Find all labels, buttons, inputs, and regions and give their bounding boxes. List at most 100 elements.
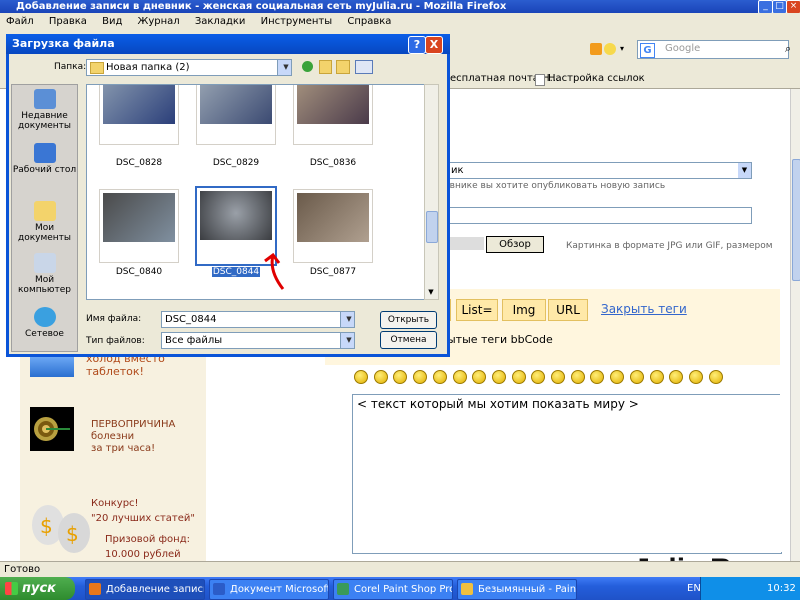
promo-2-text[interactable]: ПЕРВОПРИЧИНА болезни за три часа! — [91, 419, 175, 455]
dialog-close-button[interactable]: X — [425, 36, 443, 54]
smiley-icon[interactable] — [551, 370, 565, 384]
smiley-icon[interactable] — [708, 370, 723, 384]
smiley-icon[interactable] — [629, 370, 644, 384]
network-icon — [33, 307, 56, 327]
task-firefox[interactable]: Добавление записи ... — [85, 579, 205, 600]
place-recent[interactable]: Недавние документы — [12, 89, 77, 131]
place-desktop[interactable]: Рабочий стол — [12, 143, 77, 175]
smiley-icon[interactable] — [354, 370, 368, 384]
money-bags-icon: $ $ — [32, 505, 90, 553]
file-name[interactable]: DSC_0840 — [94, 267, 184, 277]
browser-titlebar: Добавление записи в дневник - женская со… — [0, 0, 800, 13]
close-tags-link[interactable]: Закрыть теги — [601, 302, 687, 316]
file-list-scrollbar[interactable]: ▼ — [424, 84, 439, 300]
close-window-button[interactable]: × — [786, 0, 800, 14]
smiley-icon[interactable] — [649, 370, 664, 384]
browser-menubar: Файл Правка Вид Журнал Закладки Инструме… — [0, 13, 800, 30]
file-name[interactable]: DSC_0829 — [191, 158, 281, 168]
image-hint: Картинка в формате JPG или GIF, размером — [566, 241, 773, 251]
page-scrollbar[interactable] — [790, 89, 800, 561]
promo-3-text[interactable]: Конкурс! "20 лучших статей" Призовой фон… — [91, 496, 195, 561]
smiley-icon[interactable] — [511, 370, 526, 384]
windows-logo-icon — [5, 582, 18, 595]
bookmark-links[interactable]: Настройка ссылок — [548, 70, 645, 88]
menu-bookmarks[interactable]: Закладки — [195, 16, 246, 27]
search-icon[interactable]: ⌕ — [785, 42, 791, 56]
language-indicator[interactable]: EN — [687, 577, 701, 600]
file-name[interactable]: DSC_0877 — [288, 267, 378, 277]
task-word[interactable]: Документ Microsoft ... — [209, 579, 329, 600]
dropdown-icon[interactable]: ▾ — [620, 44, 624, 53]
folder-select[interactable]: Новая папка (2) ▼ — [86, 59, 292, 76]
file-name[interactable]: DSC_0836 — [288, 158, 378, 168]
promo-image-2[interactable] — [30, 407, 74, 451]
menu-view[interactable]: Вид — [102, 16, 122, 27]
scroll-down-icon[interactable]: ▼ — [426, 288, 436, 298]
file-name[interactable]: DSC_0828 — [94, 158, 184, 168]
maximize-button[interactable]: □ — [772, 0, 787, 14]
filetype-select[interactable]: Все файлы ▼ — [161, 332, 355, 349]
file-thumbnail[interactable] — [293, 85, 373, 145]
place-my-computer[interactable]: Мой компьютер — [12, 253, 77, 295]
filename-label: Имя файла: — [86, 314, 142, 324]
menu-history[interactable]: Журнал — [138, 16, 180, 27]
search-box[interactable]: G Google — [637, 40, 789, 59]
bbcode-img-button[interactable]: Img — [502, 299, 546, 321]
page-icon — [535, 74, 545, 86]
clock[interactable]: 10:32 — [767, 577, 796, 600]
filename-input[interactable]: DSC_0844 ▼ — [161, 311, 355, 328]
menu-tools[interactable]: Инструменты — [261, 16, 333, 27]
smiley-icon[interactable] — [413, 370, 428, 384]
promo-image-3[interactable]: $ $ — [26, 485, 96, 561]
open-button[interactable]: Открыть — [380, 311, 437, 329]
desktop-icon — [33, 143, 56, 163]
scrollbar-thumb[interactable] — [426, 211, 438, 243]
search-placeholder: Google — [665, 43, 701, 54]
smiley-icon[interactable] — [570, 370, 585, 384]
file-thumbnail[interactable] — [196, 85, 276, 145]
minimize-button[interactable]: _ — [758, 0, 773, 14]
diary-select[interactable]: ик ▼ — [430, 162, 752, 179]
chevron-down-icon: ▼ — [738, 163, 751, 178]
system-tray: EN 10:32 — [687, 577, 800, 600]
browse-button[interactable]: Обзор — [486, 236, 544, 253]
new-folder-icon[interactable] — [336, 60, 350, 74]
browser-title: Добавление записи в дневник - женская со… — [16, 1, 507, 12]
up-folder-icon[interactable] — [319, 60, 332, 74]
entry-textarea[interactable]: < текст который мы хотим показать миру > — [352, 394, 782, 554]
svg-text:$: $ — [40, 514, 53, 538]
file-thumbnail[interactable] — [293, 189, 373, 263]
scrollbar-thumb[interactable] — [792, 159, 800, 281]
task-paintshop[interactable]: Corel Paint Shop Pro ... — [333, 579, 453, 600]
help-button[interactable]: ? — [408, 36, 426, 54]
menu-file[interactable]: Файл — [6, 16, 34, 27]
smiley-icon[interactable] — [452, 370, 467, 384]
smiley-icon[interactable] — [432, 370, 447, 384]
filetype-label: Тип файлов: — [86, 336, 145, 346]
word-icon — [213, 583, 225, 595]
smiley-icon[interactable] — [610, 370, 625, 384]
rss-icon[interactable] — [590, 43, 602, 55]
google-icon: G — [640, 43, 655, 58]
place-network[interactable]: Сетевое — [12, 307, 77, 339]
star-icon[interactable] — [604, 43, 616, 55]
smiley-icon[interactable] — [688, 370, 703, 384]
task-paint[interactable]: Безымянный - Paint — [457, 579, 577, 600]
title-input[interactable] — [430, 207, 752, 224]
menu-edit[interactable]: Правка — [49, 16, 87, 27]
place-my-documents[interactable]: Мои документы — [12, 201, 77, 243]
file-thumbnail[interactable] — [99, 85, 179, 145]
bbcode-url-button[interactable]: URL — [548, 299, 588, 321]
back-icon[interactable] — [302, 61, 313, 72]
file-list[interactable]: DSC_0828 DSC_0829 DSC_0836 DSC_0840 DSC_… — [86, 84, 426, 300]
file-thumbnail[interactable] — [99, 189, 179, 263]
smiley-icon[interactable] — [373, 370, 388, 384]
view-menu-icon[interactable] — [355, 60, 373, 74]
paint-icon — [461, 583, 473, 595]
start-button[interactable]: пуск — [0, 577, 75, 600]
cancel-button[interactable]: Отмена — [380, 331, 437, 349]
status-text: Готово — [4, 564, 41, 575]
bbcode-list-button[interactable]: List= — [456, 299, 498, 321]
smiley-icon[interactable] — [491, 370, 506, 384]
menu-help[interactable]: Справка — [347, 16, 391, 27]
